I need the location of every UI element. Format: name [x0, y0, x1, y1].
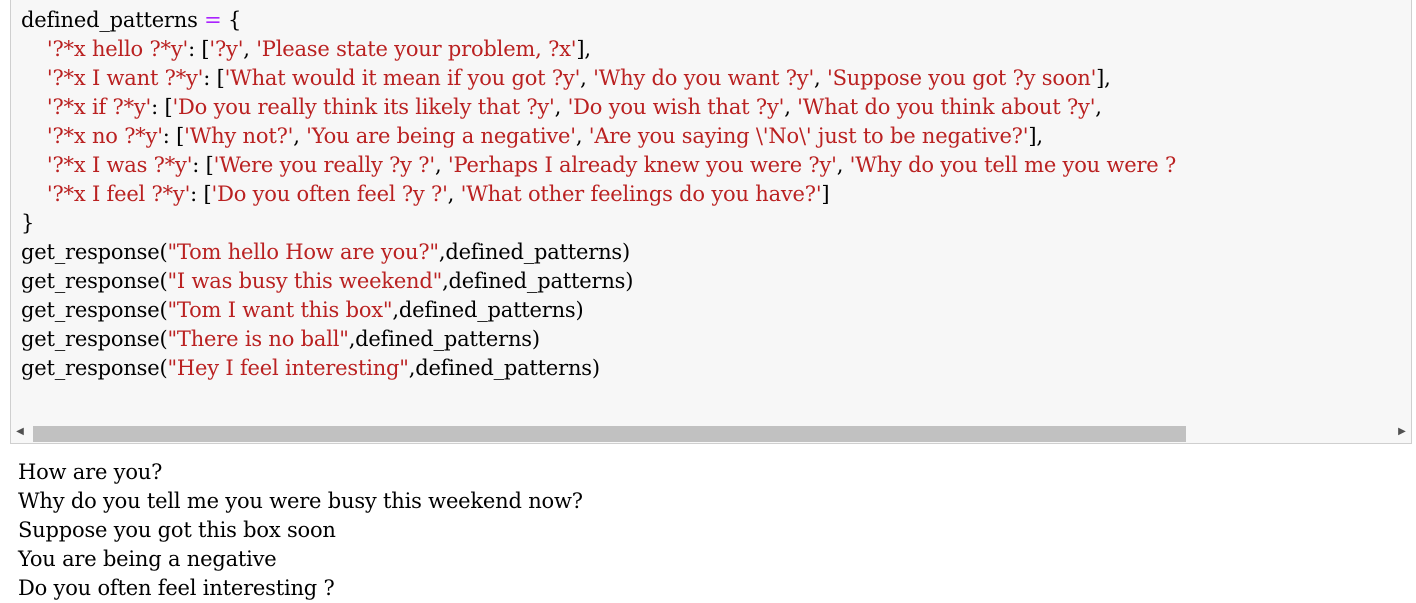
string-token: 'Why not?' [184, 124, 294, 148]
code-token: : [ [190, 182, 212, 206]
code-token: , [434, 153, 448, 177]
code-line: get_response("I was busy this weekend",d… [21, 267, 1411, 296]
code-token: } [21, 211, 35, 235]
code-token: , [814, 66, 827, 90]
code-token: , [575, 124, 589, 148]
scroll-thumb[interactable] [33, 426, 1186, 442]
code-token: , [1095, 95, 1102, 119]
string-token: 'Why do you want ?y' [593, 66, 815, 90]
string-token: '?y' [209, 37, 244, 61]
string-token: 'You are being a negative' [306, 124, 576, 148]
code-token: ], [576, 37, 591, 61]
string-token: '?*x no ?*y' [46, 124, 163, 148]
code-token: ,defined_patterns) [442, 269, 634, 293]
operator-token: = [204, 8, 222, 32]
code-cell[interactable]: defined_patterns = { '?*x hello ?*y': ['… [10, 0, 1412, 444]
code-line: get_response("Tom I want this box",defin… [21, 296, 1411, 325]
output-line: How are you? [18, 460, 163, 484]
string-token: 'Why do you tell me you were ? [849, 153, 1177, 177]
string-token: 'Perhaps I already knew you were ?y' [447, 153, 837, 177]
code-token: ,defined_patterns) [408, 356, 600, 380]
code-token: : [ [192, 153, 214, 177]
code-token: : [ [151, 95, 173, 119]
code-token: ], [1096, 66, 1111, 90]
code-token: get_response( [21, 240, 168, 264]
output-line: Why do you tell me you were busy this we… [18, 489, 583, 513]
code-token: ,defined_patterns) [438, 240, 630, 264]
code-line: '?*x I was ?*y': ['Were you really ?y ?'… [21, 151, 1411, 180]
output-line: Suppose you got this box soon [18, 518, 336, 542]
code-token: , [836, 153, 850, 177]
string-token: 'What do you think about ?y' [797, 95, 1096, 119]
code-token: { [221, 8, 242, 32]
output-line: Do you often feel interesting ? [18, 576, 335, 600]
code-token: defined_patterns [21, 8, 205, 32]
code-line: } [21, 209, 1411, 238]
string-token: "Tom hello How are you?" [167, 240, 439, 264]
string-token: 'Are you saying \'No\' just to be negati… [588, 124, 1029, 148]
horizontal-scrollbar[interactable]: ◀ ▶ [11, 421, 1411, 443]
code-line: '?*x if ?*y': ['Do you really think its … [21, 93, 1411, 122]
code-token: , [293, 124, 307, 148]
string-token: 'What would it mean if you got ?y' [224, 66, 581, 90]
code-line: defined_patterns = { [21, 6, 1411, 35]
code-token: : [ [188, 37, 210, 61]
string-token: 'What other feelings do you have?' [460, 182, 822, 206]
code-token: ] [821, 182, 830, 206]
code-token: get_response( [21, 356, 168, 380]
scroll-right-icon[interactable]: ▶ [1395, 425, 1409, 439]
code-editor[interactable]: defined_patterns = { '?*x hello ?*y': ['… [21, 6, 1411, 416]
code-token: : [ [162, 124, 185, 148]
code-line: '?*x hello ?*y': ['?y', 'Please state yo… [21, 35, 1411, 64]
code-token: , [447, 182, 461, 206]
code-line: '?*x I feel ?*y': ['Do you often feel ?y… [21, 180, 1411, 209]
code-token: ], [1028, 124, 1043, 148]
string-token: '?*x I want ?*y' [46, 66, 204, 90]
code-token: ,defined_patterns) [348, 327, 540, 351]
code-line: get_response("Tom hello How are you?",de… [21, 238, 1411, 267]
string-token: '?*x hello ?*y' [46, 37, 189, 61]
string-token: 'Do you wish that ?y' [567, 95, 785, 119]
code-token: ,defined_patterns) [392, 298, 584, 322]
output-line: You are being a negative [18, 547, 277, 571]
string-token: 'Please state your problem, ?x' [256, 37, 577, 61]
string-token: 'Do you really think its likely that ?y' [172, 95, 555, 119]
code-line: '?*x no ?*y': ['Why not?', 'You are bein… [21, 122, 1411, 151]
code-line: get_response("There is no ball",defined_… [21, 325, 1411, 354]
string-token: "Hey I feel interesting" [167, 356, 409, 380]
code-token: , [580, 66, 594, 90]
string-token: "There is no ball" [167, 327, 349, 351]
cell-output: How are you? Why do you tell me you were … [18, 458, 1408, 603]
string-token: "I was busy this weekend" [167, 269, 443, 293]
string-token: "Tom I want this box" [167, 298, 393, 322]
string-token: 'Were you really ?y ?' [213, 153, 436, 177]
code-token: , [243, 37, 257, 61]
code-token: , [554, 95, 568, 119]
code-token: get_response( [21, 298, 168, 322]
code-token: , [784, 95, 798, 119]
code-token: get_response( [21, 269, 168, 293]
code-token: get_response( [21, 327, 168, 351]
string-token: 'Do you often feel ?y ?' [211, 182, 448, 206]
code-line: '?*x I want ?*y': ['What would it mean i… [21, 64, 1411, 93]
code-line: get_response("Hey I feel interesting",de… [21, 354, 1411, 383]
string-token: '?*x if ?*y' [46, 95, 152, 119]
string-token: '?*x I was ?*y' [46, 153, 193, 177]
string-token: '?*x I feel ?*y' [46, 182, 191, 206]
scroll-left-icon[interactable]: ◀ [13, 425, 27, 439]
code-token: : [ [203, 66, 225, 90]
string-token: 'Suppose you got ?y soon' [827, 66, 1097, 90]
